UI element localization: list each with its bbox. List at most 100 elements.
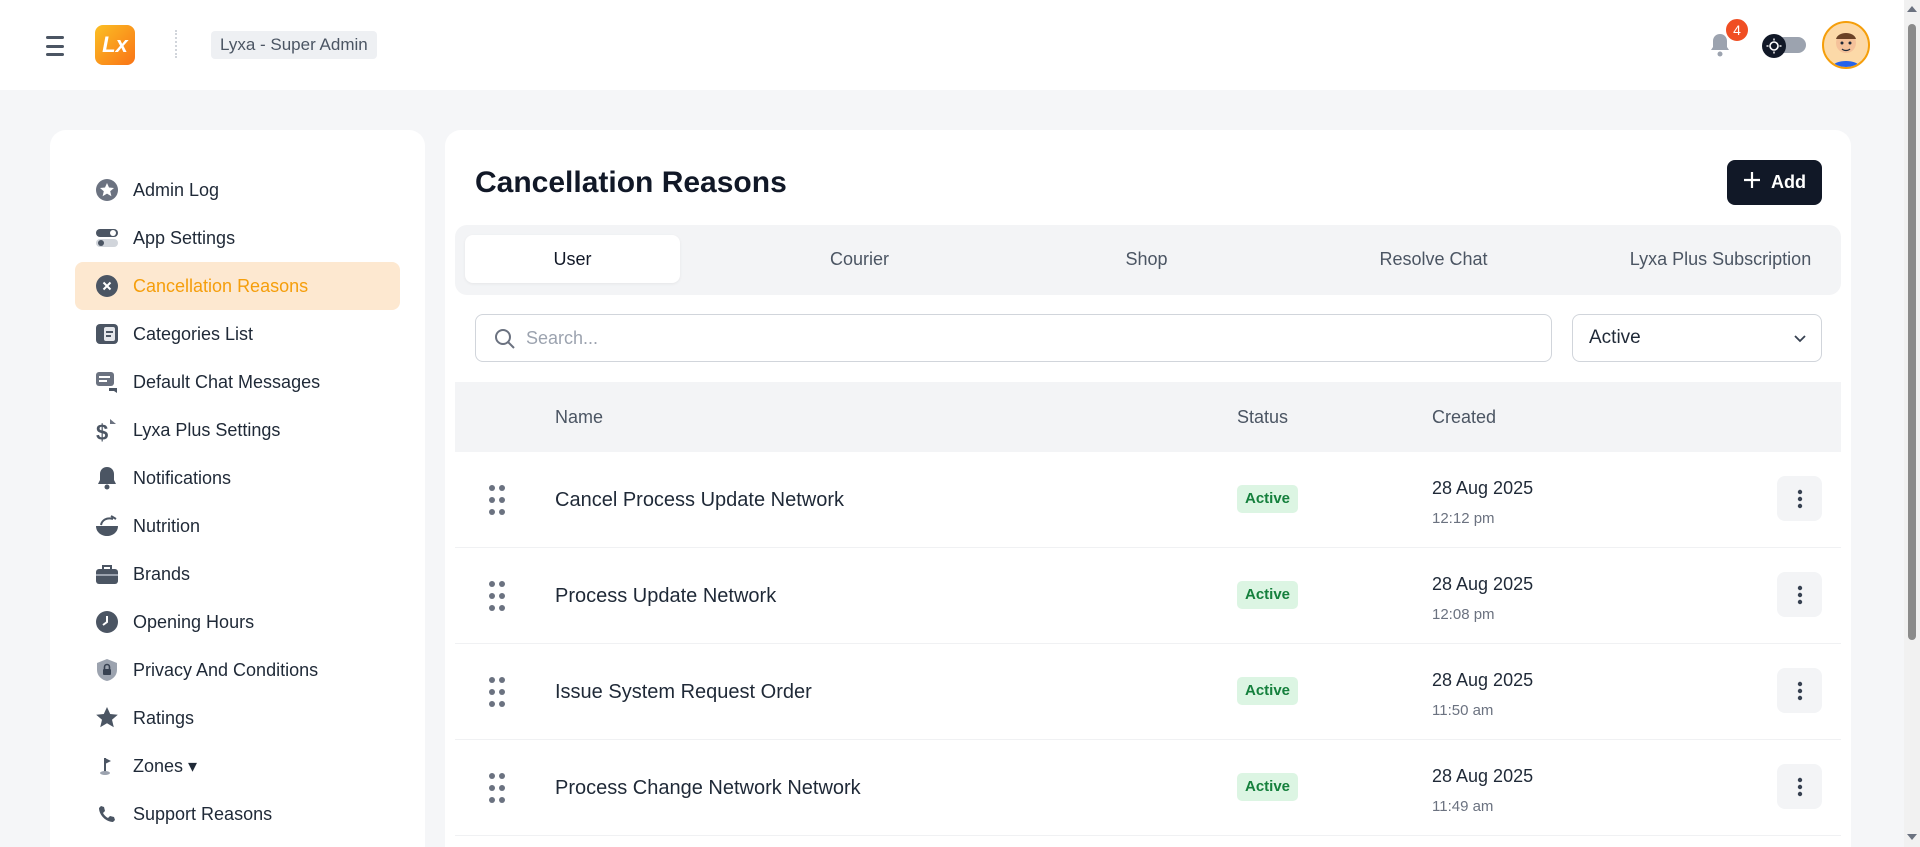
sidebar-item-admin-log[interactable]: Admin Log bbox=[75, 166, 400, 214]
column-header-created[interactable]: Created bbox=[1432, 382, 1496, 452]
theme-toggle[interactable] bbox=[1762, 34, 1806, 58]
flag-icon bbox=[95, 754, 119, 778]
more-options-icon[interactable] bbox=[1777, 668, 1822, 713]
x-circle-icon bbox=[95, 274, 119, 298]
drag-handle-icon[interactable] bbox=[487, 772, 507, 804]
created-time: 11:49 am bbox=[1432, 798, 1494, 815]
drag-handle-icon[interactable] bbox=[487, 676, 507, 708]
row-name: Issue System Request Order bbox=[555, 681, 812, 703]
settings-sidebar: Admin Log App Settings Cancellation Reas… bbox=[50, 130, 425, 847]
scroll-thumb[interactable] bbox=[1908, 24, 1916, 640]
search-icon bbox=[494, 328, 516, 350]
created-date: 28 Aug 2025 bbox=[1432, 574, 1534, 594]
search-input[interactable] bbox=[526, 315, 1536, 361]
row-name: Cancel Process Update Network bbox=[555, 489, 845, 511]
row-name: Process Update Network bbox=[555, 585, 777, 607]
created-time: 11:50 am bbox=[1432, 702, 1494, 719]
sidebar-item-label: Cancellation Reasons bbox=[133, 276, 309, 296]
food-icon bbox=[95, 514, 119, 538]
created-date: 28 Aug 2025 bbox=[1432, 478, 1534, 498]
row-name: Process Change Network Network bbox=[555, 777, 861, 799]
clock-icon bbox=[95, 610, 119, 634]
star-icon bbox=[95, 706, 119, 730]
sidebar-item-label: Notifications bbox=[133, 468, 232, 488]
drag-handle-icon[interactable] bbox=[487, 484, 507, 516]
dollar-icon: $ bbox=[95, 418, 119, 442]
chevron-down-icon bbox=[1793, 331, 1807, 345]
sidebar-item-lyxa-plus-settings[interactable]: $ Lyxa Plus Settings bbox=[75, 406, 400, 454]
category-list-icon bbox=[95, 322, 119, 346]
sidebar-item-label: Lyxa Plus Settings bbox=[133, 420, 281, 440]
table-row[interactable]: Cancel Process Update Network Active 28 … bbox=[455, 452, 1841, 548]
sidebar-item-label: App Settings bbox=[133, 228, 236, 248]
more-options-icon[interactable] bbox=[1777, 476, 1822, 521]
column-header-status[interactable]: Status bbox=[1237, 382, 1288, 452]
sidebar-item-privacy-and-conditions[interactable]: Privacy And Conditions bbox=[75, 646, 400, 694]
scroll-down-arrow[interactable] bbox=[1907, 834, 1917, 840]
page-scrollbar[interactable] bbox=[1904, 0, 1920, 847]
sidebar-item-label: Ratings bbox=[133, 708, 195, 728]
add-button[interactable]: Add bbox=[1727, 160, 1822, 205]
status-badge: Active bbox=[1237, 677, 1299, 705]
sidebar-item-label: Nutrition bbox=[133, 516, 201, 536]
table-row[interactable]: Issue System Request Order Active 28 Aug… bbox=[455, 644, 1841, 740]
header-divider bbox=[175, 30, 177, 58]
table-row[interactable]: Process Change Network Network Active 28… bbox=[455, 740, 1841, 836]
status-filter-select[interactable]: Active bbox=[1572, 314, 1822, 362]
created-time: 12:12 pm bbox=[1432, 510, 1495, 527]
scroll-up-arrow[interactable] bbox=[1907, 6, 1917, 12]
status-badge: Active bbox=[1237, 773, 1299, 801]
main-panel: Cancellation Reasons Add User Courier Sh… bbox=[445, 130, 1851, 847]
sidebar-item-default-chat-messages[interactable]: Default Chat Messages bbox=[75, 358, 400, 406]
page-title: Cancellation Reasons bbox=[475, 166, 787, 199]
drag-handle-icon[interactable] bbox=[487, 580, 507, 612]
role-label: Lyxa - Super Admin bbox=[211, 31, 377, 59]
sidebar-item-brands[interactable]: Brands bbox=[75, 550, 400, 598]
sidebar-item-nutrition[interactable]: Nutrition bbox=[75, 502, 400, 550]
sidebar-item-zones[interactable]: Zones ▾ bbox=[75, 742, 400, 790]
toggles-icon bbox=[95, 226, 119, 250]
user-avatar[interactable] bbox=[1822, 21, 1870, 69]
status-badge: Active bbox=[1237, 485, 1299, 513]
sidebar-item-notifications[interactable]: Notifications bbox=[75, 454, 400, 502]
sidebar-item-app-settings[interactable]: App Settings bbox=[75, 214, 400, 262]
search-box bbox=[475, 314, 1552, 362]
tab-shop[interactable]: Shop bbox=[1039, 235, 1254, 283]
sidebar-item-ratings[interactable]: Ratings bbox=[75, 694, 400, 742]
sidebar-item-cancellation-reasons[interactable]: Cancellation Reasons bbox=[75, 262, 400, 310]
column-header-name[interactable]: Name bbox=[555, 382, 603, 452]
reason-type-tabs: User Courier Shop Resolve Chat Lyxa Plus… bbox=[455, 225, 1841, 295]
app-logo[interactable]: Lx bbox=[95, 25, 135, 65]
table-row[interactable]: Process Update Network Active 28 Aug 202… bbox=[455, 548, 1841, 644]
chat-icon bbox=[95, 370, 119, 394]
notification-count-badge: 4 bbox=[1724, 17, 1750, 43]
sidebar-item-categories-list[interactable]: Categories List bbox=[75, 310, 400, 358]
sidebar-item-label: Admin Log bbox=[133, 180, 220, 200]
table-header: Name Status Created bbox=[455, 382, 1841, 452]
sidebar-item-label: Categories List bbox=[133, 324, 254, 344]
sidebar-item-label: Brands bbox=[133, 564, 191, 584]
sidebar-item-label: Support Reasons bbox=[133, 804, 273, 824]
sidebar-item-label: Opening Hours bbox=[133, 612, 255, 632]
status-filter-value: Active bbox=[1589, 327, 1641, 348]
star-badge-icon bbox=[95, 178, 119, 202]
briefcase-icon bbox=[95, 562, 119, 586]
sun-icon bbox=[1762, 34, 1786, 58]
lock-shield-icon bbox=[95, 658, 119, 682]
more-options-icon[interactable] bbox=[1777, 572, 1822, 617]
tab-user[interactable]: User bbox=[465, 235, 680, 283]
status-badge: Active bbox=[1237, 581, 1299, 609]
bell-icon bbox=[95, 466, 119, 490]
more-options-icon[interactable] bbox=[1777, 764, 1822, 809]
add-button-label: Add bbox=[1771, 172, 1806, 192]
tab-courier[interactable]: Courier bbox=[752, 235, 967, 283]
created-time: 12:08 pm bbox=[1432, 606, 1495, 623]
tab-resolve-chat[interactable]: Resolve Chat bbox=[1326, 235, 1541, 283]
tab-lyxa-plus-subscription[interactable]: Lyxa Plus Subscription bbox=[1613, 235, 1828, 283]
sidebar-item-label: Default Chat Messages bbox=[133, 372, 321, 392]
sidebar-item-label: Privacy And Conditions bbox=[133, 660, 319, 680]
sidebar-item-support-reasons[interactable]: Support Reasons bbox=[75, 790, 400, 838]
menu-icon[interactable] bbox=[46, 36, 64, 56]
svg-text:$: $ bbox=[96, 420, 108, 442]
sidebar-item-opening-hours[interactable]: Opening Hours bbox=[75, 598, 400, 646]
